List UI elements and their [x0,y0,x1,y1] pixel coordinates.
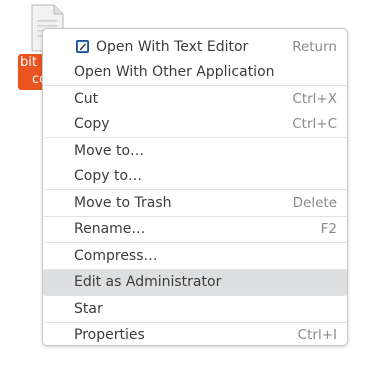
text-editor-icon [76,40,89,53]
menu-item-shortcut: F2 [320,221,337,238]
menu-item-open-with-text-editor[interactable]: Open With Text Editor Return [43,34,347,60]
menu-item-properties[interactable]: Properties Ctrl+I [43,323,347,349]
menu-item-shortcut: Ctrl+C [292,116,337,133]
menu-item-open-with-other-application[interactable]: Open With Other Application [43,60,347,86]
menu-item-label: Open With Other Application [74,64,275,81]
menu-item-copy-to[interactable]: Copy to… [43,164,347,190]
menu-item-label: Copy [74,116,110,133]
menu-item-label: Star [74,300,103,317]
menu-item-star[interactable]: Star [43,296,347,322]
menu-item-label: Copy to… [74,168,143,185]
menu-item-shortcut: Ctrl+I [297,327,337,344]
menu-item-shortcut: Ctrl+X [292,90,337,107]
desktop: bit co Open With Text Editor Return Open W… [0,0,379,366]
menu-item-label: Move to… [74,142,145,159]
menu-item-label: Compress… [74,247,158,264]
menu-item-compress[interactable]: Compress… [43,243,347,269]
menu-item-shortcut: Return [292,38,337,55]
menu-item-edit-as-administrator[interactable]: Edit as Administrator [43,269,347,295]
menu-item-label: Move to Trash [74,194,172,211]
menu-item-label: Rename… [74,221,146,238]
menu-item-shortcut: Delete [292,194,337,211]
menu-item-label: Open With Text Editor [96,38,249,55]
menu-item-label: Properties [74,327,145,344]
menu-item-rename[interactable]: Rename… F2 [43,217,347,243]
menu-item-label: Edit as Administrator [74,274,222,291]
menu-item-move-to-trash[interactable]: Move to Trash Delete [43,190,347,216]
menu-item-copy[interactable]: Copy Ctrl+C [43,112,347,138]
context-menu: Open With Text Editor Return Open With Oth… [42,28,348,346]
menu-item-label: Cut [74,90,99,107]
menu-item-cut[interactable]: Cut Ctrl+X [43,86,347,112]
menu-item-move-to[interactable]: Move to… [43,138,347,164]
